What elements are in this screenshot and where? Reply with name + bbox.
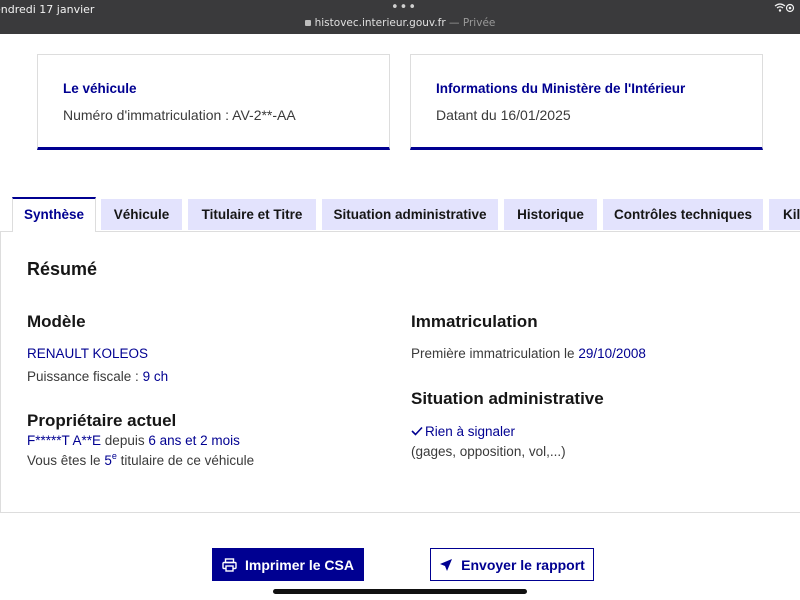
- owner-since-value: 6 ans et 2 mois: [148, 433, 240, 448]
- vehicle-card-title: Le véhicule: [63, 81, 137, 96]
- tab-vehicule[interactable]: Véhicule: [101, 199, 182, 230]
- home-indicator[interactable]: [273, 589, 527, 594]
- tab-synthese[interactable]: Synthèse: [12, 197, 96, 232]
- vehicle-card: Le véhicule Numéro d'immatriculation : A…: [37, 54, 390, 150]
- ministry-card: Informations du Ministère de l'Intérieur…: [410, 54, 763, 150]
- print-csa-button[interactable]: Imprimer le CSA: [212, 548, 364, 581]
- tab-kilometrage[interactable]: Kilo: [769, 199, 800, 230]
- check-icon: [411, 426, 423, 436]
- first-registration-date: 29/10/2008: [578, 346, 646, 361]
- tab-situation-administrative[interactable]: Situation administrative: [322, 199, 498, 230]
- private-label: — Privée: [445, 17, 496, 29]
- url-text: histovec.interieur.gouv.fr: [314, 17, 446, 29]
- registration-heading: Immatriculation: [411, 312, 538, 331]
- owner-rank-num: 5: [104, 453, 112, 468]
- owner-rank-suffix: titulaire de ce véhicule: [116, 453, 255, 468]
- first-registration: Première immatriculation le 29/10/2008: [411, 346, 646, 361]
- fiscal-power: Puissance fiscale : 9 ch: [27, 369, 168, 384]
- owner-since-label: depuis: [101, 433, 149, 448]
- owner-name: F*****T A**E: [27, 433, 102, 448]
- status-date: endredi 17 janvier: [0, 3, 95, 16]
- print-csa-label: Imprimer le CSA: [245, 556, 354, 573]
- send-icon: [440, 558, 453, 571]
- data-date: Datant du 16/01/2025: [436, 107, 571, 123]
- send-report-label: Envoyer le rapport: [461, 556, 585, 573]
- owner-rank-number: 5e: [104, 450, 117, 468]
- admin-status: Rien à signaler: [411, 424, 515, 439]
- address-bar[interactable]: histovec.interieur.gouv.fr — Privée: [0, 17, 800, 29]
- registration-number: Numéro d'immatriculation : AV-2**-AA: [63, 107, 296, 123]
- printer-icon: [222, 557, 237, 572]
- tab-historique[interactable]: Historique: [504, 199, 597, 230]
- fiscal-power-label: Puissance fiscale :: [27, 369, 143, 384]
- synthese-panel: Résumé Modèle RENAULT KOLEOS Puissance f…: [0, 231, 800, 513]
- owner-line: F*****T A**E depuis 6 ans et 2 mois: [27, 433, 240, 448]
- owner-rank-sup: e: [111, 450, 117, 461]
- tab-titulaire[interactable]: Titulaire et Titre: [188, 199, 316, 230]
- owner-heading: Propriétaire actuel: [27, 411, 177, 430]
- more-dots-icon[interactable]: •••: [391, 0, 417, 15]
- lock-icon: [304, 20, 311, 26]
- owner-rank: Vous êtes le 5e titulaire de ce véhicule: [27, 450, 255, 468]
- owner-rank-prefix: Vous êtes le: [27, 453, 105, 468]
- status-icons: [774, 3, 796, 16]
- admin-heading: Situation administrative: [411, 389, 604, 408]
- wifi-icon: [774, 3, 795, 13]
- admin-detail: (gages, opposition, vol,...): [411, 444, 566, 459]
- browser-chrome: endredi 17 janvier ••• histovec.interieu…: [0, 0, 800, 34]
- summary-title: Résumé: [27, 259, 98, 279]
- first-registration-label: Première immatriculation le: [411, 346, 579, 361]
- tab-bar: Synthèse Véhicule Titulaire et Titre Sit…: [0, 197, 800, 232]
- model-name: RENAULT KOLEOS: [27, 346, 149, 361]
- tab-controles-techniques[interactable]: Contrôles techniques: [603, 199, 763, 230]
- ministry-card-title: Informations du Ministère de l'Intérieur: [436, 81, 686, 96]
- model-heading: Modèle: [27, 312, 86, 331]
- admin-status-text: Rien à signaler: [425, 424, 516, 439]
- fiscal-power-value: 9 ch: [142, 369, 169, 384]
- send-report-button[interactable]: Envoyer le rapport: [430, 548, 594, 581]
